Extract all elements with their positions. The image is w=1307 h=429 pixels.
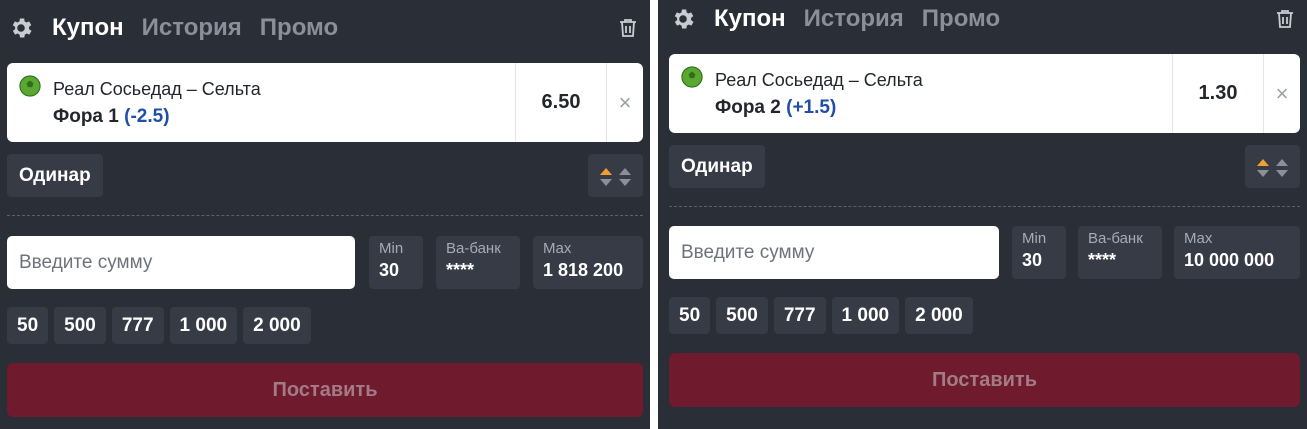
slip-header: Купон История Промо — [658, 1, 1307, 37]
handicap-value: (+1.5) — [786, 97, 837, 118]
match-name: Реал Сосьедад – Сельта — [715, 70, 923, 90]
football-icon — [681, 66, 703, 88]
tab-coupon[interactable]: Купон — [52, 14, 124, 42]
tab-coupon[interactable]: Купон — [714, 5, 786, 33]
quick-amounts: 50 500 777 1 000 2 000 — [7, 307, 311, 344]
tab-promo[interactable]: Промо — [260, 14, 338, 42]
remove-selection-button[interactable]: × — [1264, 54, 1300, 133]
gear-icon[interactable] — [8, 15, 34, 41]
bet-type-selector[interactable]: Одинар — [669, 145, 765, 188]
quick-amount-chip[interactable]: 50 — [669, 297, 711, 334]
dashed-divider — [7, 215, 643, 216]
place-bet-button[interactable]: Поставить — [669, 353, 1300, 407]
quick-amount-chip[interactable]: 500 — [716, 297, 768, 334]
max-limit-box[interactable]: Max 10 000 000 — [1174, 226, 1300, 279]
min-limit-box[interactable]: Min 30 — [1012, 226, 1066, 279]
bet-slip-panel-left: Купон История Промо Реал Сосьедад – Сель… — [0, 0, 650, 429]
quick-amounts: 50 500 777 1 000 2 000 — [669, 297, 973, 334]
allin-box[interactable]: Ва-банк **** — [1078, 226, 1162, 279]
market-label: Фора 2 — [715, 97, 781, 118]
odds-change-sorter[interactable] — [588, 154, 643, 197]
max-value: 1 818 200 — [543, 260, 624, 280]
min-value: 30 — [379, 260, 400, 280]
quick-amount-chip[interactable]: 2 000 — [243, 307, 311, 344]
quick-amount-chip[interactable]: 50 — [7, 307, 49, 344]
sort-arrows-icon — [1257, 159, 1288, 177]
sort-arrows-icon — [600, 168, 631, 186]
bet-slip-panel-right: Купон История Промо Реал Сосьедад – Сель… — [658, 0, 1307, 429]
quick-amount-chip[interactable]: 1 000 — [831, 297, 900, 334]
odds-change-sorter[interactable] — [1245, 145, 1300, 188]
allin-value: **** — [446, 260, 475, 280]
slip-header: Купон История Промо — [0, 10, 650, 46]
remove-selection-button[interactable]: × — [607, 63, 643, 142]
max-label: Max — [543, 240, 572, 257]
min-label: Min — [1022, 230, 1047, 247]
stake-amount-input[interactable] — [669, 226, 999, 279]
allin-label: Ва-банк — [446, 240, 501, 257]
stake-amount-input[interactable] — [7, 236, 355, 289]
allin-label: Ва-банк — [1088, 230, 1143, 247]
match-name: Реал Сосьедад – Сельта — [53, 79, 261, 99]
allin-box[interactable]: Ва-банк **** — [436, 236, 520, 289]
max-limit-box[interactable]: Max 1 818 200 — [533, 236, 643, 289]
quick-amount-chip[interactable]: 777 — [111, 307, 164, 344]
selection-card: Реал Сосьедад – Сельта Фора 2 (+1.5) 1.3… — [669, 54, 1300, 133]
trash-icon[interactable] — [616, 16, 640, 40]
tab-promo[interactable]: Промо — [922, 5, 1000, 33]
bet-type-selector[interactable]: Одинар — [7, 154, 103, 197]
min-label: Min — [379, 240, 404, 257]
trash-icon[interactable] — [1273, 7, 1297, 31]
quick-amount-chip[interactable]: 500 — [54, 307, 106, 344]
odds-value: 6.50 — [515, 63, 607, 142]
quick-amount-chip[interactable]: 2 000 — [905, 297, 973, 334]
market-name: Фора 1 (-2.5) — [53, 106, 170, 128]
max-label: Max — [1184, 230, 1213, 247]
allin-value: **** — [1088, 250, 1117, 270]
tab-history[interactable]: История — [142, 14, 242, 42]
handicap-value: (-2.5) — [124, 106, 170, 127]
tab-history[interactable]: История — [804, 5, 904, 33]
selection-card: Реал Сосьедад – Сельта Фора 1 (-2.5) 6.5… — [7, 63, 643, 142]
min-limit-box[interactable]: Min 30 — [369, 236, 423, 289]
quick-amount-chip[interactable]: 1 000 — [169, 307, 238, 344]
quick-amount-chip[interactable]: 777 — [773, 297, 826, 334]
min-value: 30 — [1022, 250, 1043, 270]
odds-value: 1.30 — [1172, 54, 1264, 133]
max-value: 10 000 000 — [1184, 250, 1275, 270]
dashed-divider — [669, 206, 1300, 207]
gear-icon[interactable] — [670, 6, 696, 32]
market-label: Фора 1 — [53, 106, 119, 127]
football-icon — [19, 75, 41, 97]
market-name: Фора 2 (+1.5) — [715, 97, 836, 119]
place-bet-button[interactable]: Поставить — [7, 363, 643, 417]
